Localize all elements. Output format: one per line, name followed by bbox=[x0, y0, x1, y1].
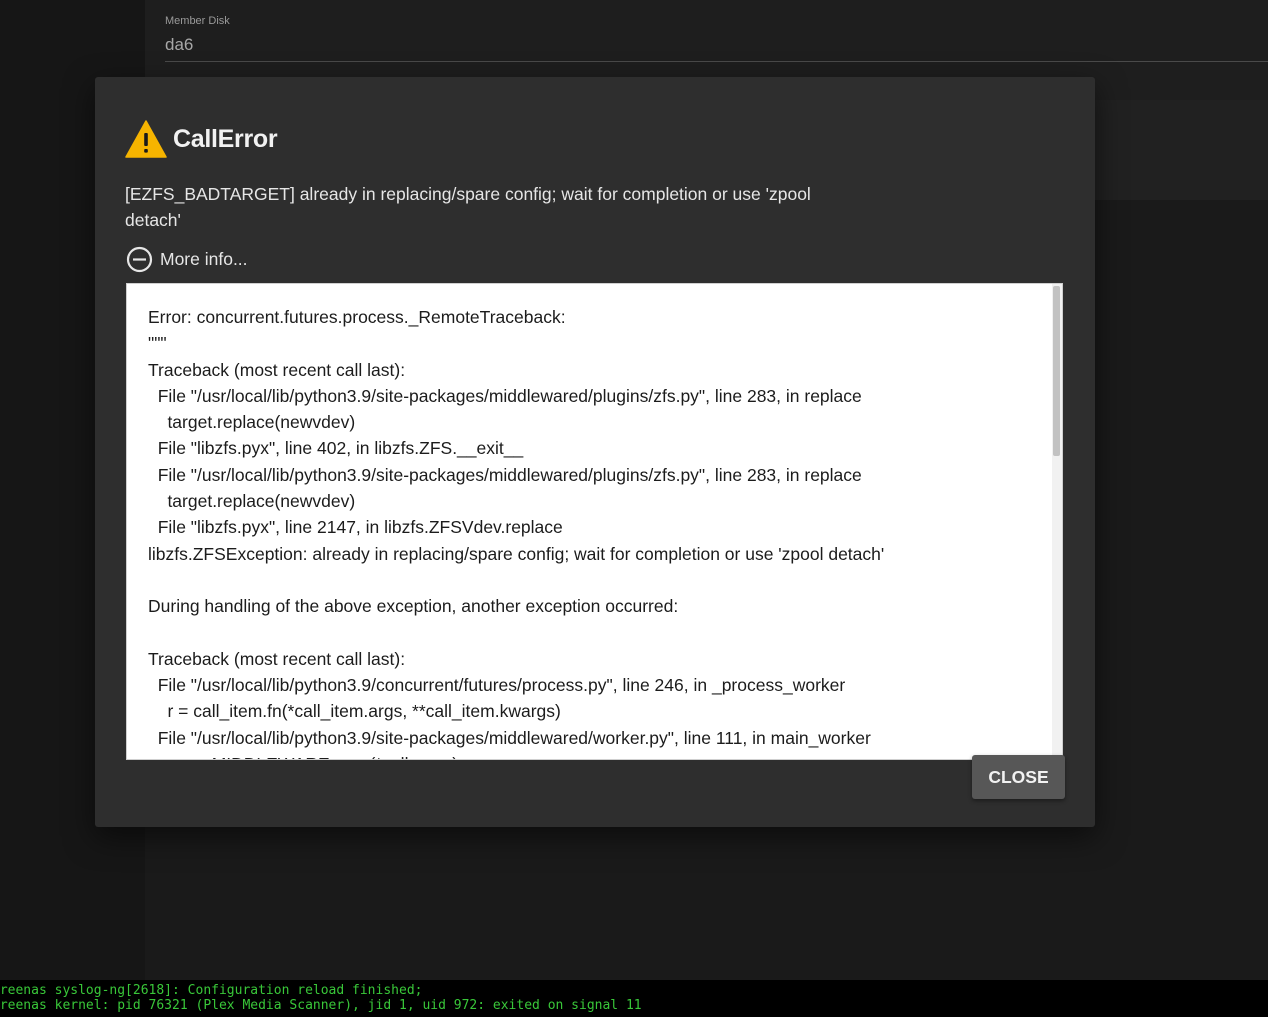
background-card bbox=[1095, 100, 1268, 200]
traceback-line: libzfs.ZFSException: already in replacin… bbox=[148, 543, 885, 564]
close-button[interactable]: CLOSE bbox=[972, 755, 1065, 799]
error-message: [EZFS_BADTARGET] already in replacing/sp… bbox=[125, 184, 811, 230]
traceback-line: File "libzfs.pyx", line 402, in libzfs.Z… bbox=[148, 438, 524, 459]
traceback-line: """ bbox=[148, 333, 167, 354]
more-info-toggle[interactable]: More info... bbox=[126, 246, 248, 273]
traceback-line: File "/usr/local/lib/python3.9/site-pack… bbox=[148, 385, 862, 406]
traceback-box[interactable]: Error: concurrent.futures.process._Remot… bbox=[126, 283, 1063, 760]
traceback-line: target.replace(newvdev) bbox=[148, 412, 356, 433]
traceback-line: File "libzfs.pyx", line 2147, in libzfs.… bbox=[148, 517, 563, 538]
traceback-line bbox=[148, 567, 1048, 593]
dialog-header: CallError bbox=[125, 119, 278, 159]
traceback-line: During handling of the above exception, … bbox=[148, 596, 679, 617]
dialog-title: CallError bbox=[173, 124, 278, 153]
member-disk-label: Member Disk bbox=[165, 15, 230, 27]
traceback-line: target.replace(newvdev) bbox=[148, 491, 356, 512]
traceback-line: Traceback (most recent call last): bbox=[148, 648, 406, 669]
traceback-line: File "/usr/local/lib/python3.9/concurren… bbox=[148, 675, 846, 696]
traceback-line: File "/usr/local/lib/python3.9/site-pack… bbox=[148, 464, 862, 485]
member-disk-field[interactable]: da6 bbox=[165, 35, 193, 55]
traceback-line: File "/usr/local/lib/python3.9/site-pack… bbox=[148, 727, 871, 748]
member-disk-underline bbox=[165, 61, 1268, 62]
traceback-text: Error: concurrent.futures.process._Remot… bbox=[148, 304, 1048, 759]
traceback-line: Traceback (most recent call last): bbox=[148, 359, 406, 380]
traceback-line: res = MIDDLEWARE._run(*call_args) bbox=[148, 751, 1048, 759]
traceback-line: r = call_item.fn(*call_item.args, **call… bbox=[148, 701, 561, 722]
traceback-scrollbar[interactable] bbox=[1052, 284, 1062, 759]
minus-circle-icon bbox=[126, 246, 153, 273]
console-line: freenas syslog-ng[2618]: Configuration r… bbox=[0, 983, 423, 998]
system-console: freenas syslog-ng[2618]: Configuration r… bbox=[0, 980, 1268, 1017]
scrollbar-thumb[interactable] bbox=[1053, 286, 1060, 456]
warning-icon bbox=[125, 120, 167, 158]
more-info-label: More info... bbox=[160, 249, 248, 269]
error-dialog: CallError [EZFS_BADTARGET] already in re… bbox=[95, 77, 1095, 827]
traceback-line bbox=[148, 620, 1048, 646]
traceback-line: Error: concurrent.futures.process._Remot… bbox=[148, 307, 566, 327]
console-line: freenas kernel: pid 76321 (Plex Media Sc… bbox=[0, 998, 642, 1013]
